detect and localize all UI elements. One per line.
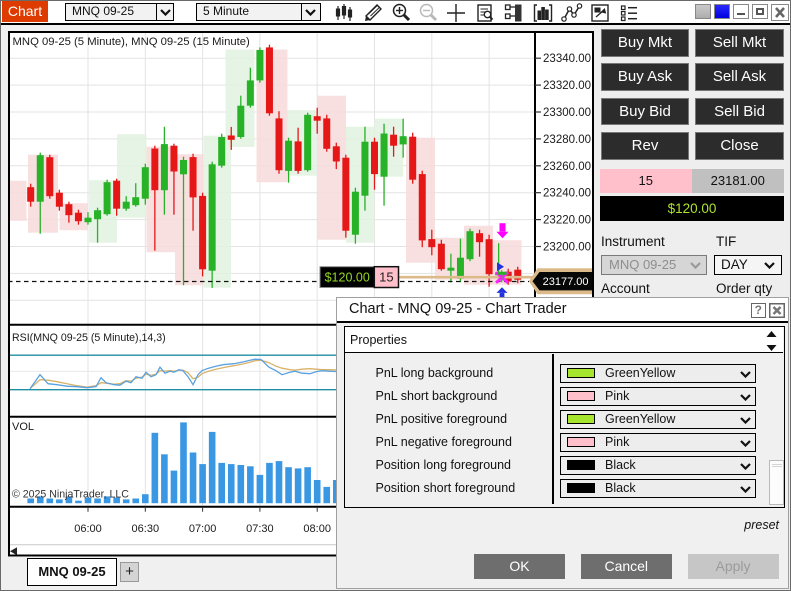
svg-text:06:00: 06:00 [74,523,102,535]
svg-text:23200.00: 23200.00 [543,242,591,254]
svg-text:15: 15 [379,270,393,285]
svg-text:06:30: 06:30 [132,523,160,535]
svg-text:MNQ 09-25 (5 Minute), MNQ 09-2: MNQ 09-25 (5 Minute), MNQ 09-25 (15 Minu… [13,36,251,48]
svg-text:23220.00: 23220.00 [543,215,591,227]
svg-text:23177.00: 23177.00 [543,276,589,288]
svg-text:23320.00: 23320.00 [543,80,591,92]
svg-text:23240.00: 23240.00 [543,188,591,200]
svg-text:$120.00: $120.00 [325,271,370,285]
svg-text:23340.00: 23340.00 [543,53,591,65]
svg-text:RSI(MNQ 09-25 (5 Minute),14,3): RSI(MNQ 09-25 (5 Minute),14,3) [12,332,166,344]
svg-text:© 2025 NinjaTrader, LLC: © 2025 NinjaTrader, LLC [12,489,129,501]
svg-text:23260.00: 23260.00 [543,161,591,173]
svg-text:07:30: 07:30 [246,523,274,535]
svg-text:08:00: 08:00 [303,523,331,535]
svg-text:VOL: VOL [12,421,34,433]
svg-text:23300.00: 23300.00 [543,107,591,119]
svg-text:07:00: 07:00 [189,523,217,535]
svg-text:23280.00: 23280.00 [543,134,591,146]
